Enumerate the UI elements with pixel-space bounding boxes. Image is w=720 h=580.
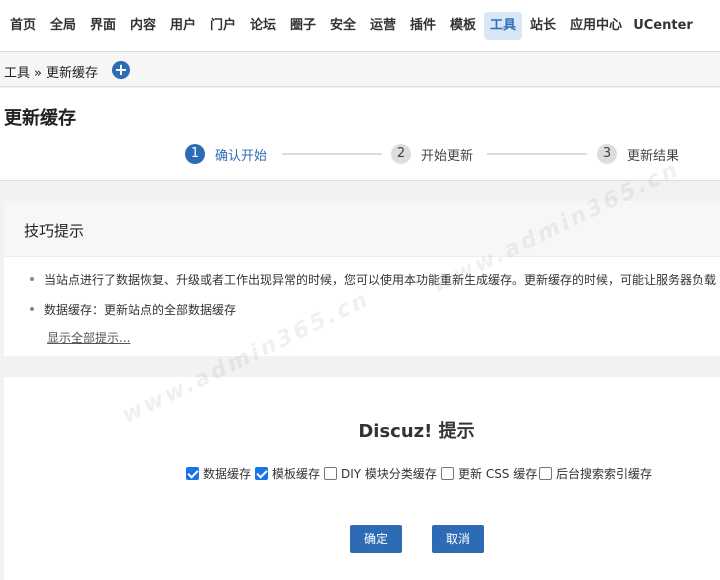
step-1-number: 1 [185, 144, 205, 164]
checkbox-unchecked[interactable] [324, 467, 337, 480]
checkbox-unchecked[interactable] [539, 467, 552, 480]
option-label: 后台搜索索引缓存 [556, 467, 653, 481]
cancel-button[interactable]: 取消 [432, 525, 484, 553]
checkbox-unchecked[interactable] [441, 467, 454, 480]
bullet-icon [30, 307, 34, 311]
nav-item-interface[interactable]: 界面 [84, 12, 122, 40]
option-label: DIY 模块分类缓存 [341, 467, 437, 481]
option-label: 更新 CSS 缓存 [458, 467, 538, 481]
nav-item-webmaster[interactable]: 站长 [524, 12, 562, 40]
cache-panel: Discuz! 提示 数据缓存 模板缓存 DIY 模块分类缓存 更新 CSS 缓… [4, 377, 720, 580]
nav-item-security[interactable]: 安全 [324, 12, 362, 40]
nav-item-plugins[interactable]: 插件 [404, 12, 442, 40]
show-all-tips-link[interactable]: 显示全部提示... [47, 329, 130, 346]
tip-text: 当站点进行了数据恢复、升级或者工作出现异常的时候，您可以使用本功能重新生成缓存。… [44, 273, 717, 287]
nav-item-app-center[interactable]: 应用中心 [564, 12, 628, 40]
nav-item-group[interactable]: 圈子 [284, 12, 322, 40]
nav-item-global[interactable]: 全局 [44, 12, 82, 40]
breadcrumb-bar [0, 53, 720, 87]
confirm-button[interactable]: 确定 [350, 525, 402, 553]
nav-item-portal[interactable]: 门户 [204, 12, 242, 40]
nav-item-users[interactable]: 用户 [164, 12, 202, 40]
nav-item-home[interactable]: 首页 [4, 12, 42, 40]
page-header: 更新缓存 1 确认开始 2 开始更新 3 更新结果 [0, 88, 720, 181]
step-1-label: 确认开始 [215, 149, 268, 164]
tips-title: 技巧提示 [24, 222, 85, 240]
tip-text: 数据缓存：更新站点的全部数据缓存 [44, 303, 237, 317]
tips-box: 技巧提示 当站点进行了数据恢复、升级或者工作出现异常的时候，您可以使用本功能重新… [4, 201, 720, 356]
nav-item-ucenter[interactable]: UCenter [632, 12, 694, 40]
option-label: 模板缓存 [272, 467, 321, 481]
step-3-label: 更新结果 [627, 149, 680, 164]
step-connector [487, 153, 587, 155]
step-2-number: 2 [391, 144, 411, 164]
step-connector [282, 153, 382, 155]
nav-item-tools[interactable]: 工具 [484, 12, 522, 40]
top-nav: 首页 全局 界面 内容 用户 门户 论坛 圈子 安全 运营 插件 模板 工具 站… [0, 0, 720, 52]
nav-item-forum[interactable]: 论坛 [244, 12, 282, 40]
bullet-icon [30, 277, 34, 281]
nav-item-content[interactable]: 内容 [124, 12, 162, 40]
dialog-title: Discuz! 提示 [358, 421, 475, 442]
page-title: 更新缓存 [4, 108, 76, 129]
option-label: 数据缓存 [203, 467, 252, 481]
breadcrumb-separator: » [34, 66, 42, 81]
checkbox-checked[interactable] [186, 467, 199, 480]
checkbox-checked[interactable] [255, 467, 268, 480]
plus-circle-icon[interactable]: + [112, 61, 130, 79]
step-2-label: 开始更新 [421, 149, 474, 164]
nav-item-operation[interactable]: 运营 [364, 12, 402, 40]
breadcrumb-current: 更新缓存 [45, 66, 98, 81]
nav-item-templates[interactable]: 模板 [444, 12, 482, 40]
tips-header: 技巧提示 [4, 201, 720, 257]
breadcrumb-section[interactable]: 工具 [4, 66, 30, 81]
breadcrumb: 工具 » 更新缓存 [4, 62, 98, 81]
step-3-number: 3 [597, 144, 617, 164]
